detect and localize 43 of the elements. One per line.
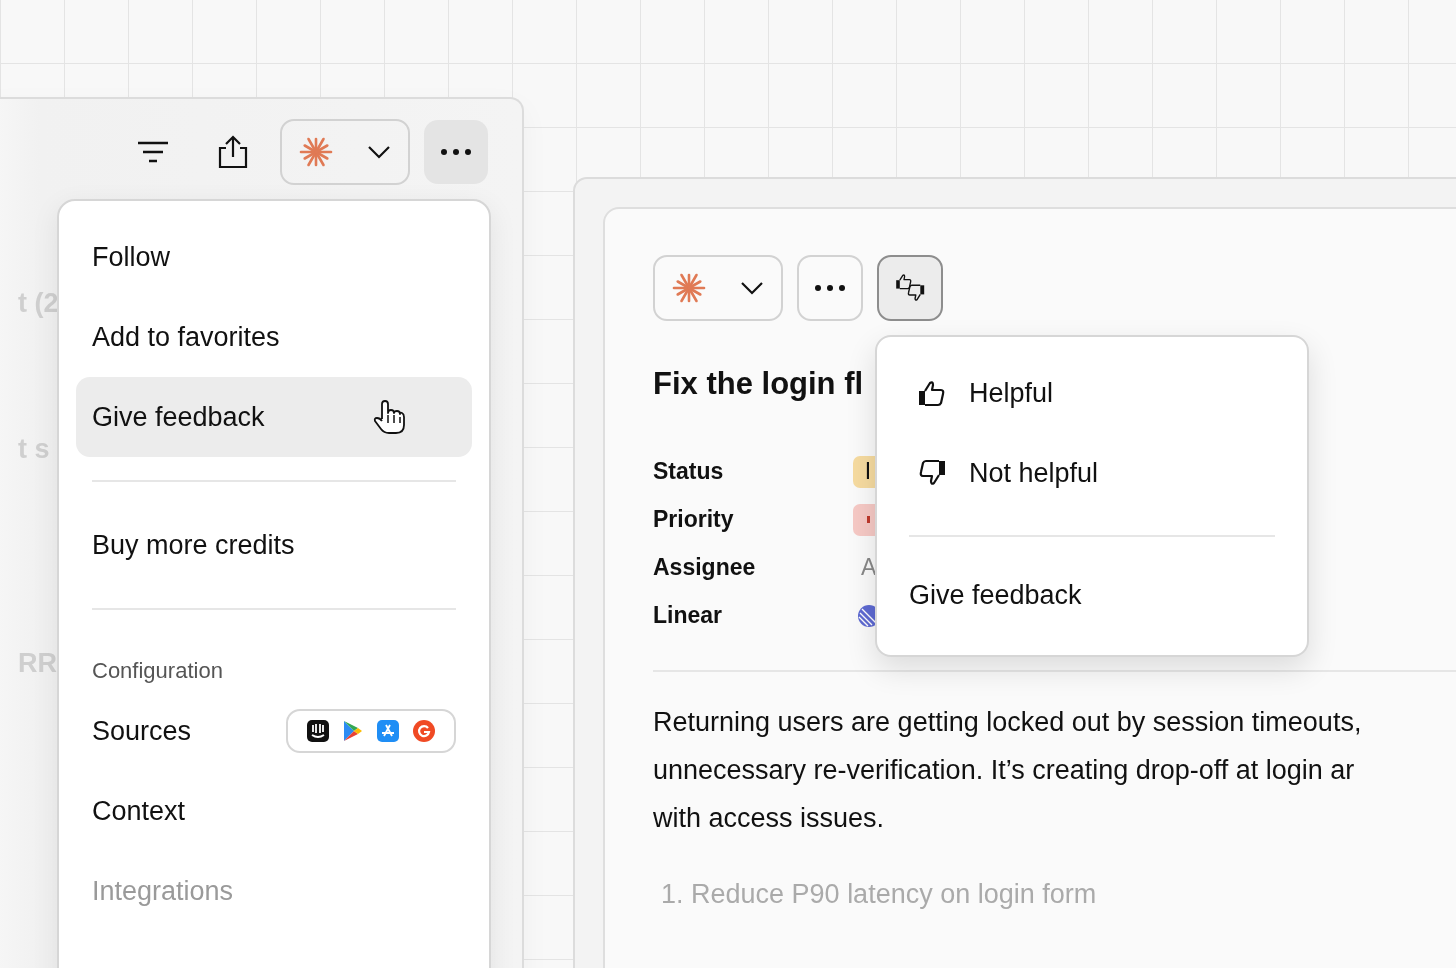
- review-site-icon: [413, 720, 435, 742]
- thumbs-up-icon: [917, 379, 947, 407]
- filter-icon: [136, 140, 170, 164]
- thumbs-up-down-icon: [895, 273, 925, 303]
- paragraph-line: Returning users are getting locked out by session timeouts,: [653, 705, 1363, 739]
- more-button[interactable]: [424, 120, 488, 184]
- chevron-down-icon: [367, 145, 391, 159]
- menu-item[interactable]: Helpful: [969, 372, 1054, 414]
- menu-item[interactable]: Add to favorites: [59, 297, 489, 377]
- menu-item[interactable]: Give feedback: [877, 555, 1307, 635]
- share-icon: [217, 135, 249, 169]
- field-value: A: [860, 553, 877, 583]
- menu-item[interactable]: Context: [59, 771, 489, 851]
- menu-item[interactable]: Give feedback: [76, 377, 472, 457]
- asterisk-logo-icon: [672, 271, 706, 305]
- app-store-icon: [377, 720, 399, 742]
- section-heading: Configuration: [91, 657, 224, 685]
- issue-title: Fix the login fl: [653, 365, 864, 403]
- play-store-icon: [343, 720, 363, 742]
- menu-label: Sources: [92, 714, 192, 748]
- model-dropdown[interactable]: [280, 119, 410, 185]
- feedback-button[interactable]: [877, 255, 943, 321]
- field-label: Linear: [653, 601, 724, 631]
- paragraph-line: with access issues.: [653, 801, 886, 835]
- asterisk-logo-icon: [299, 135, 333, 169]
- chat-app-icon: [307, 720, 329, 742]
- field-label: Priority: [653, 505, 735, 535]
- sources-pill[interactable]: [286, 709, 456, 753]
- more-icon: [440, 148, 472, 156]
- menu-item[interactable]: Not helpful: [969, 452, 1099, 494]
- field-label: Status: [653, 457, 725, 487]
- thumbs-down-icon: [917, 459, 947, 487]
- field-label: Assignee: [653, 553, 757, 583]
- priority-icon: [866, 516, 870, 523]
- chevron-down-icon: [740, 281, 764, 295]
- more-icon: [814, 284, 846, 292]
- model-dropdown[interactable]: [653, 255, 783, 321]
- menu-item[interactable]: Buy more credits: [59, 505, 489, 585]
- list-item: 1. Reduce P90 latency on login form: [660, 877, 1098, 911]
- more-button[interactable]: [797, 255, 863, 321]
- hand-pointer-icon: [372, 399, 406, 435]
- menu-item[interactable]: Follow: [59, 217, 489, 297]
- paragraph-line: unnecessary re-verification. It’s creating drop-off at login ar: [653, 753, 1356, 787]
